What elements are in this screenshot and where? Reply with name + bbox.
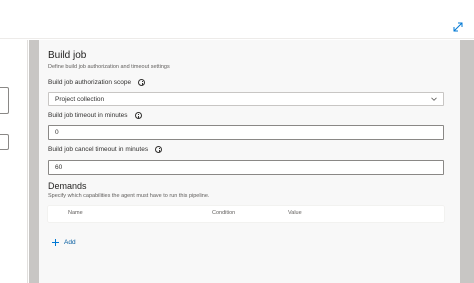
left-pane-input[interactable] xyxy=(0,87,9,114)
page: Build job Define build job authorization… xyxy=(0,0,474,283)
timeout-label: Build job timeout in minutes xyxy=(48,111,444,120)
cancel-timeout-value: 60 xyxy=(55,164,63,171)
authorization-scope-value: Project collection xyxy=(55,95,105,103)
authorization-scope-label: Build job authorization scope xyxy=(48,78,444,87)
add-icon xyxy=(52,238,59,246)
chevron-down-icon xyxy=(431,97,437,101)
build-job-description: Define build job authorization and timeo… xyxy=(48,64,170,70)
demands-title: Demands xyxy=(48,181,87,191)
left-pane-input-small[interactable] xyxy=(0,134,9,150)
top-bar xyxy=(0,0,474,39)
info-icon[interactable] xyxy=(138,79,146,86)
add-demand-button[interactable]: Add xyxy=(52,237,444,247)
authorization-scope-dropdown[interactable]: Project collection xyxy=(48,92,444,106)
info-icon[interactable] xyxy=(134,112,142,119)
cancel-timeout-label: Build job cancel timeout in minutes xyxy=(48,145,444,154)
timeout-label-text: Build job timeout in minutes xyxy=(48,112,128,119)
add-demand-label: Add xyxy=(64,238,76,246)
demands-table: Name Condition Value xyxy=(48,206,444,222)
expand-icon[interactable] xyxy=(452,21,464,33)
scroll-gutter-left xyxy=(29,40,39,283)
left-pane xyxy=(0,40,28,283)
timeout-input[interactable]: 0 xyxy=(48,125,444,140)
cancel-timeout-label-text: Build job cancel timeout in minutes xyxy=(48,146,149,153)
timeout-value: 0 xyxy=(55,129,59,136)
column-header-condition: Condition xyxy=(212,210,236,216)
column-header-value: Value xyxy=(288,210,302,216)
demands-description: Specify which capabilities the agent mus… xyxy=(48,193,210,199)
info-icon[interactable] xyxy=(155,146,163,153)
column-header-name: Name xyxy=(68,210,83,216)
authorization-scope-label-text: Build job authorization scope xyxy=(48,79,132,86)
build-job-panel: Build job Define build job authorization… xyxy=(39,40,460,283)
build-job-title: Build job xyxy=(48,50,87,61)
cancel-timeout-input[interactable]: 60 xyxy=(48,160,444,175)
scroll-gutter-right[interactable] xyxy=(460,40,474,283)
